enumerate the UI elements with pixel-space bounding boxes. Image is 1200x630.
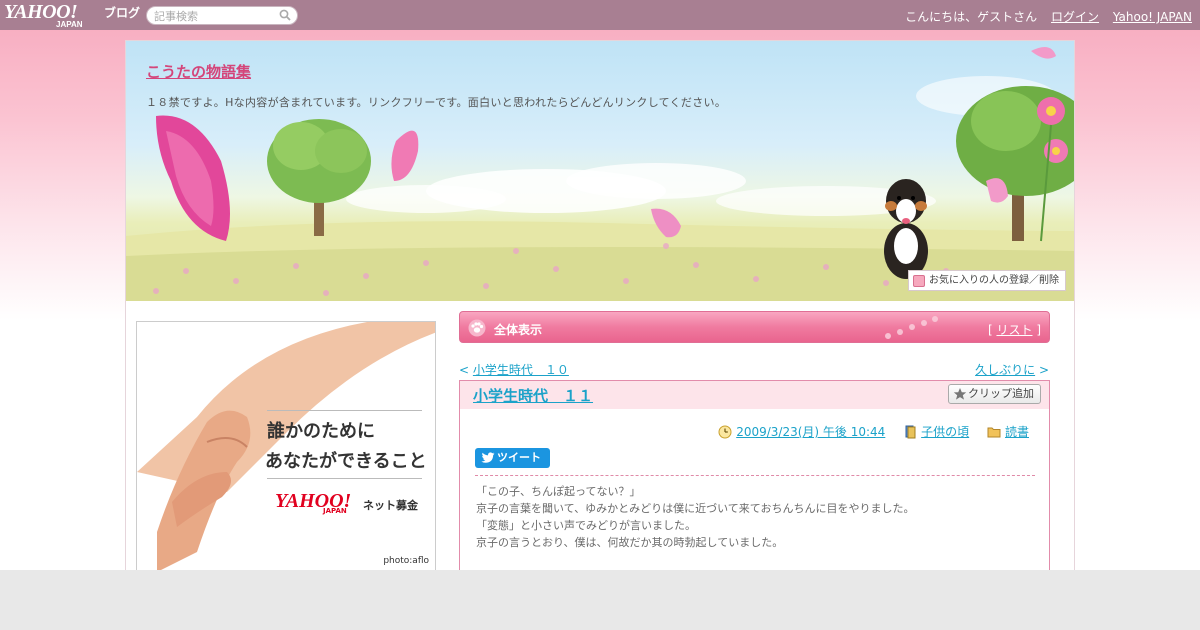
next-article-nav: 久しぶりに > [975, 361, 1049, 378]
prev-arrow: < [459, 363, 470, 377]
twitter-bird-icon [481, 452, 495, 463]
article-date: 2009/3/23(月) 午後 10:44 [718, 425, 889, 439]
logo-blog-text: ブログ [104, 6, 141, 20]
previous-article-link[interactable]: 小学生時代 １０ [473, 363, 569, 377]
user-nav: こんにちは、ゲストさん ログイン Yahoo! JAPAN [895, 8, 1192, 25]
ad-photo-credit: photo:aflo [383, 556, 429, 566]
list-bracket-close: ] [1036, 323, 1041, 337]
article-body: 「この子、ちんぽ起ってない？」 京子の言葉を聞いて、ゆみかとみどりは僕に近づいて… [476, 483, 1036, 568]
article-divider [475, 475, 1035, 476]
ad-service-name: ネット募金 [363, 499, 418, 512]
article-paragraph: 京子の言うとおり、僕は、何故だか其の時勃起していました。 [476, 536, 784, 549]
article-header: 小学生時代 １１ クリップ追加 [460, 381, 1049, 409]
previous-article-nav: < 小学生時代 １０ [459, 361, 569, 378]
next-arrow: > [1038, 363, 1049, 377]
article-card: 小学生時代 １１ クリップ追加 2009/3/23(月) 午後 10:44 子供… [459, 380, 1050, 570]
ad-headline-1: 誰かのために [267, 421, 375, 442]
view-all-label: 全体表示 [494, 323, 543, 337]
article-paragraph: 京子の言葉を聞いて、ゆみかとみどりは僕に近づいて来ておちんちんに目をやりました。 [476, 502, 915, 515]
article-genre-link[interactable]: 読書 [1005, 425, 1029, 439]
list-view-toggle: [ リスト ] [988, 321, 1041, 338]
article-paragraph: 「変態」と小さい声でみどりが言いました。 [476, 519, 696, 532]
handshake-photo [137, 322, 435, 570]
blog-header-banner: こうたの物語集 １８禁ですよ。Hな内容が含まれています。リンクフリーです。面白い… [126, 41, 1074, 301]
blog-title-link[interactable]: こうたの物語集 [146, 61, 251, 82]
view-mode-bar: 全体表示 [ リスト ] [459, 311, 1050, 343]
clock-icon [718, 425, 732, 439]
clip-add-button[interactable]: クリップ追加 [948, 384, 1041, 404]
article-title-link[interactable]: 小学生時代 １１ [473, 385, 593, 406]
folder-icon [987, 427, 1001, 438]
yahoo-blog-logo[interactable]: YAHOO! JAPAN ブログ [4, 1, 140, 29]
paw-icon [468, 319, 486, 337]
tweet-button[interactable]: ツイート [475, 448, 550, 468]
logo-japan-text: JAPAN [56, 20, 83, 29]
star-icon [953, 388, 967, 400]
paw-decoration-icon [885, 316, 938, 339]
next-article-link[interactable]: 久しぶりに [975, 363, 1035, 377]
blog-description: １８禁ですよ。Hな内容が含まれています。リンクフリーです。面白いと思われたらどん… [146, 96, 727, 109]
search-box [146, 6, 298, 25]
article-category-link[interactable]: 子供の頃 [921, 425, 969, 439]
book-icon [905, 425, 916, 439]
tweet-button-label: ツイート [497, 451, 541, 464]
list-view-link[interactable]: リスト [996, 323, 1032, 337]
ad-headline-2: あなたができること [265, 451, 427, 472]
article-date-link[interactable]: 2009/3/23(月) 午後 10:44 [736, 425, 885, 439]
donation-ad-banner[interactable]: 誰かのために あなたができること YAHOO! JAPAN ネット募金 phot… [136, 321, 436, 570]
ad-yahoo-japan-text: JAPAN [323, 507, 347, 515]
greeting-text: こんにちは、ゲストさん [905, 10, 1038, 24]
ad-rule-bottom [267, 478, 422, 479]
search-icon[interactable] [279, 9, 291, 21]
list-bracket-open: [ [987, 323, 993, 337]
article-category: 子供の頃 [903, 425, 973, 439]
login-link[interactable]: ログイン [1051, 10, 1099, 24]
yahoo-japan-link[interactable]: Yahoo! JAPAN [1113, 10, 1192, 24]
logo-yahoo-text: YAHOO! [4, 1, 78, 23]
favorite-button-label: お気に入りの人の登録／削除 [929, 275, 1059, 286]
article-meta: 2009/3/23(月) 午後 10:44 子供の頃 読書 [704, 423, 1029, 440]
global-header: YAHOO! JAPAN ブログ こんにちは、ゲストさん ログイン Yahoo!… [0, 0, 1200, 30]
page-viewport: YAHOO! JAPAN ブログ こんにちは、ゲストさん ログイン Yahoo!… [0, 0, 1200, 570]
favorite-icon [913, 275, 925, 287]
clip-button-label: クリップ追加 [968, 387, 1034, 400]
ad-rule-top [267, 410, 422, 411]
article-paragraph: 「この子、ちんぽ起ってない？」 [476, 485, 641, 498]
article-genre: 読書 [987, 425, 1029, 439]
search-input[interactable] [154, 8, 274, 24]
meadow-illustration [126, 47, 1074, 301]
article-paragraph [476, 551, 1036, 568]
favorite-register-button[interactable]: お気に入りの人の登録／削除 [908, 270, 1066, 291]
blog-container: こうたの物語集 １８禁ですよ。Hな内容が含まれています。リンクフリーです。面白い… [125, 40, 1075, 570]
